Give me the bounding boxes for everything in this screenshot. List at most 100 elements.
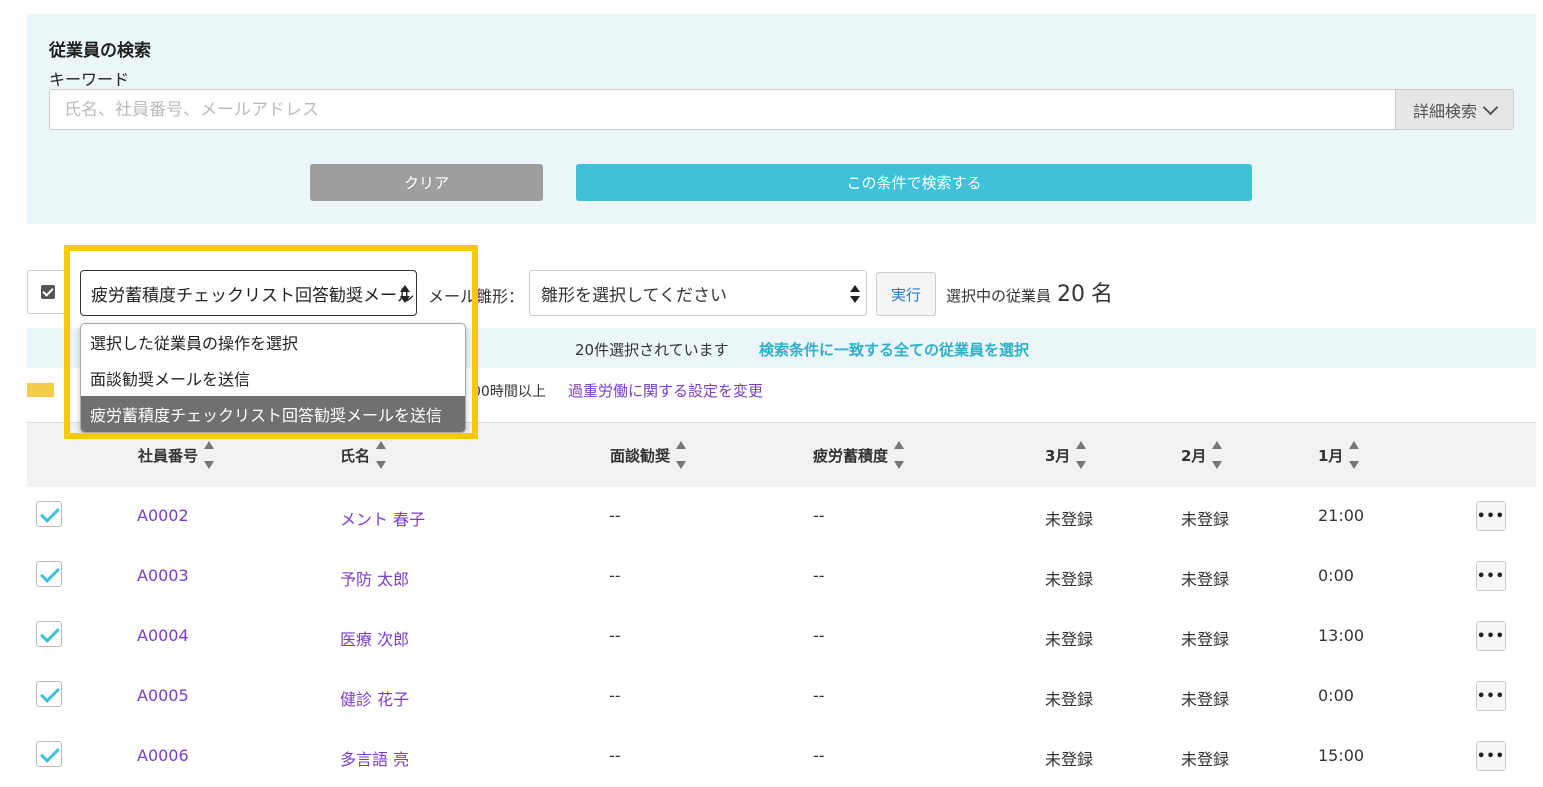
run-button[interactable]: 実行 (876, 272, 936, 316)
selection-banner-text: 20件選択されています (575, 341, 729, 359)
employee-id-link[interactable]: A0003 (137, 566, 189, 585)
row-checkbox[interactable] (36, 621, 62, 647)
january-cell: 0:00 (1318, 686, 1354, 705)
column-header-february[interactable]: 2月 (1181, 441, 1223, 469)
employee-name-link[interactable]: 健診 花子 (340, 686, 409, 710)
employee-name-link[interactable]: メント 春子 (340, 506, 425, 530)
column-header-employee-id[interactable]: 社員番号 (138, 441, 215, 469)
sort-icon (1349, 441, 1360, 469)
fatigue-cell: -- (813, 626, 825, 645)
column-header-label: 疲労蓄積度 (813, 446, 889, 465)
february-cell: 未登録 (1181, 690, 1230, 709)
column-header-fatigue[interactable]: 疲労蓄積度 (813, 441, 905, 469)
bulk-action-dropdown: 選択した従業員の操作を選択 面談勧奨メールを送信 疲労蓄積度チェックリスト回答勧… (80, 323, 466, 433)
checkbox-checked-icon (41, 285, 55, 299)
table-row: A0006 多言語 亮 -- -- 未登録 未登録 15:00 ••• (27, 727, 1536, 787)
more-options-button[interactable]: ••• (1476, 681, 1506, 711)
table-row: A0005 健診 花子 -- -- 未登録 未登録 0:00 ••• (27, 667, 1536, 728)
column-header-interview[interactable]: 面談勧奨 (610, 441, 687, 469)
legend-swatch (27, 383, 54, 397)
bulk-action-select[interactable]: 疲労蓄積度チェックリスト回答勧奨メール (80, 270, 417, 316)
column-header-label: 3月 (1045, 446, 1071, 465)
february-cell: 未登録 (1181, 510, 1230, 529)
february-cell: 未登録 (1181, 570, 1230, 589)
template-label: メール雛形： (428, 287, 525, 306)
employee-id-link[interactable]: A0005 (137, 686, 189, 705)
sort-icon (376, 441, 387, 469)
column-header-label: 面談勧奨 (610, 446, 671, 465)
selected-count-label: 選択中の従業員 (946, 287, 1052, 305)
employee-id-link[interactable]: A0002 (137, 506, 189, 525)
interview-cell: -- (609, 746, 621, 765)
table-row: A0003 予防 太郎 -- -- 未登録 未登録 0:00 ••• (27, 547, 1536, 608)
search-title: 従業員の検索 (49, 41, 151, 61)
more-options-button[interactable]: ••• (1476, 741, 1506, 771)
march-cell: 未登録 (1045, 750, 1094, 769)
employee-name-link[interactable]: 予防 太郎 (340, 566, 409, 590)
select-all-checkbox[interactable] (27, 270, 69, 314)
interview-cell: -- (609, 506, 621, 525)
dropdown-option-selected[interactable]: 疲労蓄積度チェックリスト回答勧奨メールを送信 (81, 396, 465, 432)
fatigue-cell: -- (813, 506, 825, 525)
bulk-action-selected-label: 疲労蓄積度チェックリスト回答勧奨メール (91, 285, 414, 306)
advanced-search-button[interactable]: 詳細検索 (1395, 89, 1514, 130)
interview-cell: -- (609, 686, 621, 705)
interview-cell: -- (609, 626, 621, 645)
employee-id-link[interactable]: A0006 (137, 746, 189, 765)
row-checkbox[interactable] (36, 681, 62, 707)
march-cell: 未登録 (1045, 510, 1094, 529)
february-cell: 未登録 (1181, 630, 1230, 649)
dropdown-option[interactable]: 選択した従業員の操作を選択 (81, 324, 465, 360)
column-header-label: 社員番号 (138, 446, 199, 465)
employee-name-link[interactable]: 医療 次郎 (340, 626, 409, 650)
dropdown-option[interactable]: 面談勧奨メールを送信 (81, 360, 465, 396)
sort-icon (204, 441, 215, 469)
sort-icon (1212, 441, 1223, 469)
keyword-input[interactable] (49, 89, 1395, 130)
more-options-button[interactable]: ••• (1476, 621, 1506, 651)
selected-count-number: 20 (1057, 282, 1086, 307)
february-cell: 未登録 (1181, 750, 1230, 769)
column-header-name[interactable]: 氏名 (340, 441, 387, 469)
selected-count-unit: 名 (1091, 282, 1114, 307)
more-options-button[interactable]: ••• (1476, 561, 1506, 591)
select-all-matching-link[interactable]: 検索条件に一致する全ての従業員を選択 (759, 339, 1029, 360)
fatigue-cell: -- (813, 566, 825, 585)
march-cell: 未登録 (1045, 690, 1094, 709)
sort-icon (894, 441, 905, 469)
table-row: A0002 メント 春子 -- -- 未登録 未登録 21:00 ••• (27, 487, 1536, 548)
select-arrows-icon (400, 285, 410, 303)
clear-button[interactable]: クリア (310, 164, 543, 201)
row-checkbox[interactable] (36, 561, 62, 587)
select-arrows-icon (850, 285, 860, 303)
column-header-march[interactable]: 3月 (1045, 441, 1087, 469)
overwork-settings-link[interactable]: 過重労働に関する設定を変更 (568, 380, 763, 401)
row-checkbox[interactable] (36, 741, 62, 767)
january-cell: 15:00 (1318, 746, 1365, 765)
january-cell: 0:00 (1318, 566, 1354, 585)
template-select[interactable]: 雛形を選択してください (529, 270, 867, 316)
employee-id-link[interactable]: A0004 (137, 626, 189, 645)
selected-count: 選択中の従業員 20 名 (946, 276, 1113, 308)
table-row: A0004 医療 次郎 -- -- 未登録 未登録 13:00 ••• (27, 607, 1536, 668)
search-submit-button[interactable]: この条件で検索する (576, 164, 1252, 201)
row-checkbox[interactable] (36, 501, 62, 527)
fatigue-cell: -- (813, 746, 825, 765)
interview-cell: -- (609, 566, 621, 585)
more-options-button[interactable]: ••• (1476, 501, 1506, 531)
column-header-label: 氏名 (340, 446, 371, 465)
sort-icon (1076, 441, 1087, 469)
column-header-january[interactable]: 1月 (1318, 441, 1360, 469)
column-header-label: 1月 (1318, 446, 1344, 465)
column-header-label: 2月 (1181, 446, 1207, 465)
chevron-down-icon (1482, 99, 1499, 115)
march-cell: 未登録 (1045, 570, 1094, 589)
employee-name-link[interactable]: 多言語 亮 (340, 746, 409, 770)
advanced-search-label: 詳細検索 (1412, 101, 1477, 121)
january-cell: 21:00 (1318, 506, 1365, 525)
keyword-label: キーワード (49, 70, 130, 89)
march-cell: 未登録 (1045, 630, 1094, 649)
template-selected-label: 雛形を選択してください (541, 285, 727, 306)
legend-text: 00時間以上 (472, 384, 546, 400)
fatigue-cell: -- (813, 686, 825, 705)
